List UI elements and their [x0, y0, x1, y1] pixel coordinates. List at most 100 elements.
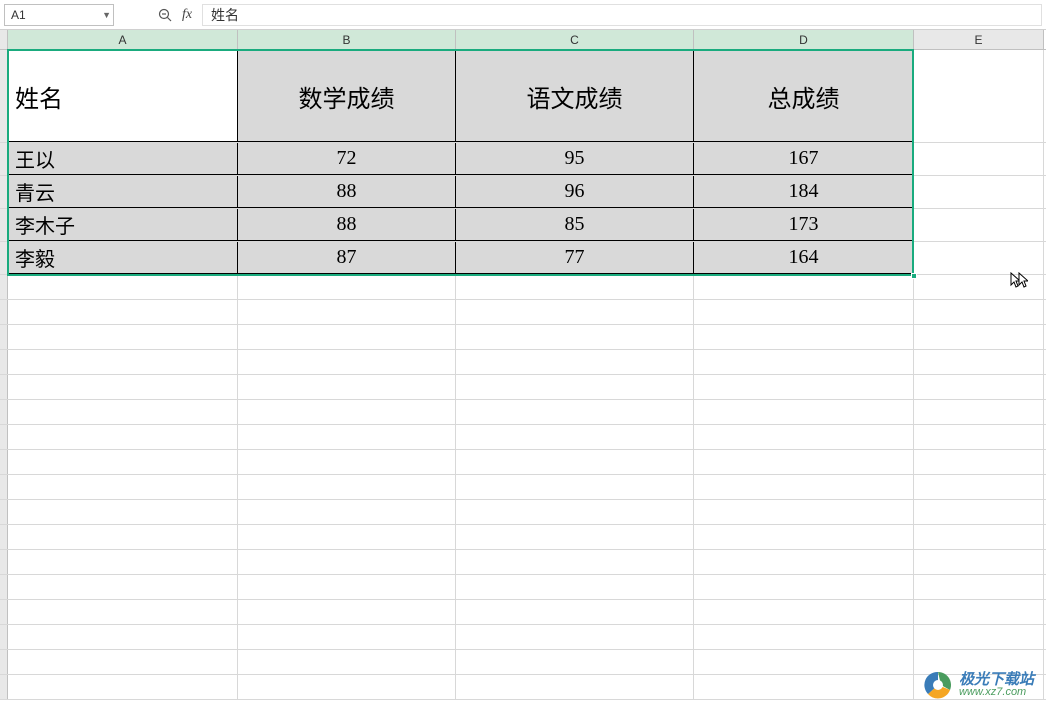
- col-header-c[interactable]: C: [456, 30, 694, 49]
- empty-cell[interactable]: [914, 375, 1044, 399]
- empty-cell[interactable]: [914, 400, 1044, 424]
- empty-cell[interactable]: [456, 475, 694, 499]
- empty-cell[interactable]: [456, 650, 694, 674]
- empty-cell[interactable]: [238, 325, 456, 349]
- empty-cell[interactable]: [8, 500, 238, 524]
- empty-cell[interactable]: [694, 425, 914, 449]
- empty-cell[interactable]: [694, 475, 914, 499]
- empty-cell[interactable]: [456, 450, 694, 474]
- empty-cell[interactable]: [694, 575, 914, 599]
- cell-total[interactable]: 173: [694, 209, 914, 241]
- cell-chinese[interactable]: 77: [456, 242, 694, 274]
- row-header[interactable]: [0, 350, 8, 374]
- empty-cell[interactable]: [694, 375, 914, 399]
- empty-cell[interactable]: [914, 143, 1044, 175]
- empty-cell[interactable]: [238, 350, 456, 374]
- empty-cell[interactable]: [694, 450, 914, 474]
- empty-cell[interactable]: [914, 450, 1044, 474]
- empty-cell[interactable]: [238, 675, 456, 699]
- selection-fill-handle[interactable]: [911, 273, 917, 279]
- row-header[interactable]: [0, 300, 8, 324]
- chevron-down-icon[interactable]: ▼: [102, 10, 111, 20]
- row-header[interactable]: [0, 550, 8, 574]
- empty-cell[interactable]: [456, 625, 694, 649]
- empty-cell[interactable]: [8, 525, 238, 549]
- empty-cell[interactable]: [456, 575, 694, 599]
- cell-name[interactable]: 青云: [8, 176, 238, 208]
- empty-cell[interactable]: [694, 525, 914, 549]
- empty-cell[interactable]: [914, 600, 1044, 624]
- empty-cell[interactable]: [914, 425, 1044, 449]
- empty-cell[interactable]: [238, 525, 456, 549]
- empty-cell[interactable]: [8, 575, 238, 599]
- empty-cell[interactable]: [694, 500, 914, 524]
- cell-chinese[interactable]: 96: [456, 176, 694, 208]
- empty-cell[interactable]: [238, 400, 456, 424]
- empty-cell[interactable]: [456, 500, 694, 524]
- col-header-d[interactable]: D: [694, 30, 914, 49]
- col-header-a[interactable]: A: [8, 30, 238, 49]
- empty-cell[interactable]: [238, 375, 456, 399]
- empty-cell[interactable]: [694, 325, 914, 349]
- empty-cell[interactable]: [238, 625, 456, 649]
- empty-cell[interactable]: [694, 650, 914, 674]
- empty-cell[interactable]: [238, 575, 456, 599]
- cell-math[interactable]: 88: [238, 176, 456, 208]
- empty-cell[interactable]: [8, 300, 238, 324]
- zoom-out-icon[interactable]: [154, 4, 176, 26]
- cell-chinese[interactable]: 85: [456, 209, 694, 241]
- empty-cell[interactable]: [456, 400, 694, 424]
- fx-icon[interactable]: fx: [176, 4, 198, 26]
- empty-cell[interactable]: [914, 350, 1044, 374]
- empty-cell[interactable]: [238, 475, 456, 499]
- row-header[interactable]: [0, 625, 8, 649]
- empty-cell[interactable]: [238, 550, 456, 574]
- header-math[interactable]: 数学成绩: [238, 50, 456, 142]
- col-header-b[interactable]: B: [238, 30, 456, 49]
- empty-cell[interactable]: [694, 300, 914, 324]
- empty-cell[interactable]: [914, 625, 1044, 649]
- row-header[interactable]: [0, 600, 8, 624]
- empty-cell[interactable]: [238, 275, 456, 299]
- header-name[interactable]: 姓名: [8, 50, 238, 142]
- row-header[interactable]: [0, 143, 8, 175]
- empty-cell[interactable]: [456, 675, 694, 699]
- formula-input[interactable]: 姓名: [202, 4, 1042, 26]
- empty-cell[interactable]: [8, 425, 238, 449]
- cell-math[interactable]: 72: [238, 143, 456, 175]
- empty-cell[interactable]: [694, 550, 914, 574]
- empty-cell[interactable]: [8, 375, 238, 399]
- row-header[interactable]: [0, 575, 8, 599]
- empty-cell[interactable]: [456, 550, 694, 574]
- empty-cell[interactable]: [8, 625, 238, 649]
- empty-cell[interactable]: [8, 350, 238, 374]
- empty-cell[interactable]: [238, 500, 456, 524]
- empty-cell[interactable]: [694, 625, 914, 649]
- select-all-corner[interactable]: [0, 30, 8, 49]
- empty-cell[interactable]: [8, 675, 238, 699]
- empty-cell[interactable]: [8, 450, 238, 474]
- empty-cell[interactable]: [914, 550, 1044, 574]
- row-header[interactable]: [0, 275, 8, 299]
- cell-total[interactable]: 164: [694, 242, 914, 274]
- cell-total[interactable]: 184: [694, 176, 914, 208]
- empty-cell[interactable]: [8, 275, 238, 299]
- empty-cell[interactable]: [8, 600, 238, 624]
- cell-math[interactable]: 87: [238, 242, 456, 274]
- row-header[interactable]: [0, 650, 8, 674]
- empty-cell[interactable]: [456, 275, 694, 299]
- header-chinese[interactable]: 语文成绩: [456, 50, 694, 142]
- empty-cell[interactable]: [456, 425, 694, 449]
- empty-cell[interactable]: [8, 325, 238, 349]
- row-header[interactable]: [0, 500, 8, 524]
- empty-cell[interactable]: [914, 525, 1044, 549]
- row-header[interactable]: [0, 375, 8, 399]
- empty-cell[interactable]: [238, 425, 456, 449]
- cell-total[interactable]: 167: [694, 143, 914, 175]
- row-header[interactable]: [0, 525, 8, 549]
- empty-cell[interactable]: [914, 50, 1044, 142]
- empty-cell[interactable]: [456, 600, 694, 624]
- row-header[interactable]: [0, 50, 8, 142]
- empty-cell[interactable]: [914, 242, 1044, 274]
- empty-cell[interactable]: [694, 675, 914, 699]
